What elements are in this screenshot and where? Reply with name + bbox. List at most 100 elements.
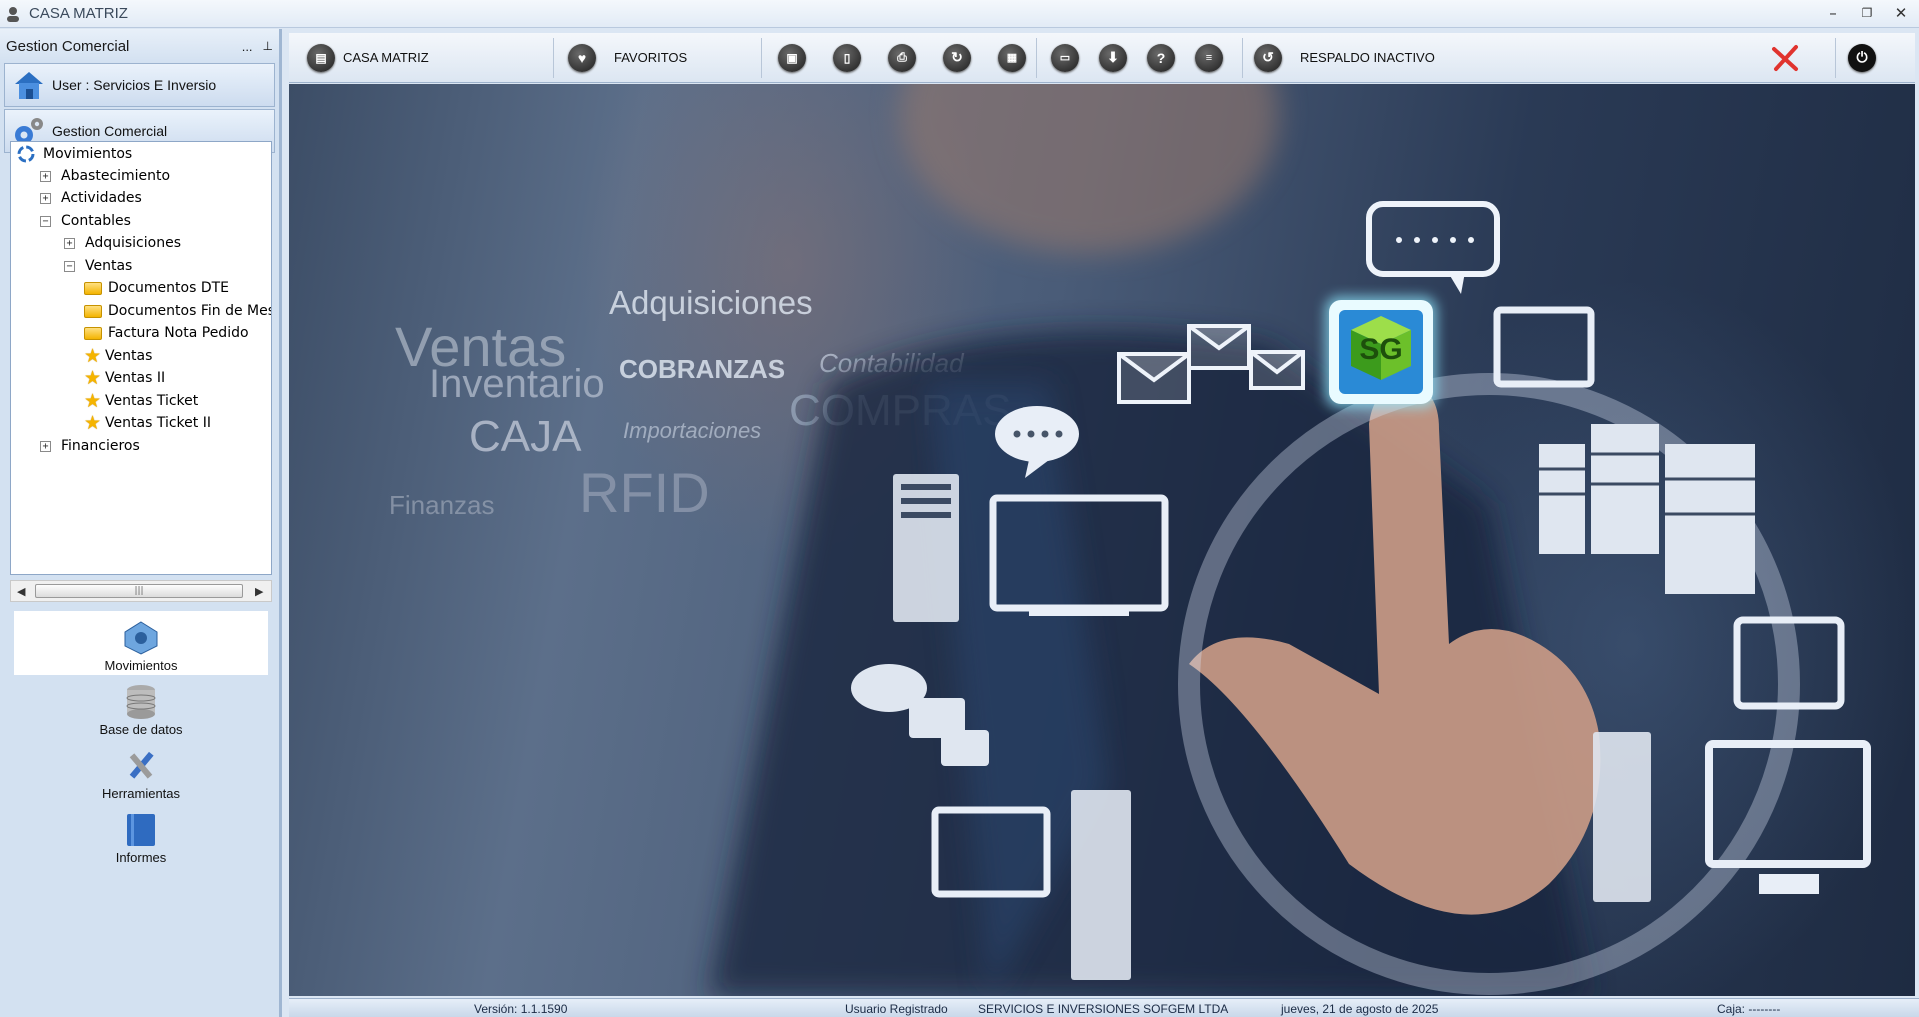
- folder-icon: [84, 326, 102, 340]
- tree-item-ventas-folder[interactable]: − Ventas: [64, 255, 132, 277]
- favoritos-label: FAVORITOS: [614, 50, 688, 65]
- user-button-label: User : Servicios E Inversio: [52, 77, 217, 93]
- print-icon[interactable]: ⎙: [888, 43, 916, 72]
- star-icon: ★: [84, 345, 102, 367]
- collapse-icon[interactable]: −: [40, 215, 51, 227]
- tree-item-ventas-ticket[interactable]: ★ Ventas Ticket: [84, 390, 198, 412]
- power-button[interactable]: ⏻: [1836, 33, 1888, 83]
- tree-label: Movimientos: [43, 146, 133, 162]
- database-icon: [126, 685, 156, 719]
- gestion-comercial-label: Gestion Comercial: [52, 123, 168, 139]
- tree-item-documentos-fin-mes[interactable]: Documentos Fin de Mes: [84, 300, 272, 322]
- collapse-icon[interactable]: −: [64, 260, 75, 272]
- house-icon: [15, 72, 43, 99]
- tree-label: Documentos DTE: [108, 280, 230, 296]
- user-button[interactable]: User : Servicios E Inversio: [4, 63, 275, 107]
- company-name: SERVICIOS E INVERSIONES SOFGEM LTDA: [978, 1002, 1229, 1016]
- tree-label: Financieros: [61, 438, 140, 454]
- tech-illustration: SG: [709, 84, 1871, 996]
- backup-icon: ↺: [1254, 43, 1282, 72]
- version-text: Versión: 1.1.1590: [474, 1002, 568, 1016]
- expand-icon[interactable]: +: [40, 170, 51, 182]
- module-herramientas[interactable]: Herramientas: [14, 739, 268, 803]
- tree-label: Ventas: [85, 258, 133, 274]
- book-icon: ▤: [307, 43, 335, 72]
- tree-item-documentos-dte[interactable]: Documentos DTE: [84, 277, 229, 299]
- tree-item-adquisiciones[interactable]: + Adquisiciones: [64, 232, 181, 254]
- title-bar: CASA MATRIZ – ❐ ✕: [0, 0, 1919, 28]
- refresh-icon[interactable]: ↻: [943, 43, 971, 72]
- close-button[interactable]: ✕: [1884, 0, 1918, 26]
- tree-label: Adquisiciones: [85, 235, 181, 251]
- pin-icon[interactable]: ⊥: [263, 39, 273, 54]
- module-movimientos[interactable]: Movimientos: [14, 611, 268, 675]
- tree-item-factura-nota-pedido[interactable]: Factura Nota Pedido: [84, 322, 249, 344]
- scroll-left-icon[interactable]: ◀: [17, 585, 25, 598]
- sidebar-title: Gestion Comercial: [6, 37, 130, 55]
- respaldo-button[interactable]: ↺ RESPALDO INACTIVO: [1243, 33, 1763, 83]
- expand-icon[interactable]: +: [40, 192, 51, 204]
- star-icon: ★: [84, 412, 102, 434]
- folder-icon: [84, 281, 102, 295]
- tree-item-financieros[interactable]: + Financieros: [40, 435, 140, 457]
- expand-icon[interactable]: +: [64, 237, 75, 249]
- navigation-tree: Movimientos + Abastecimiento + Actividades…: [10, 141, 272, 575]
- casa-matriz-button[interactable]: ▤ CASA MATRIZ: [289, 33, 553, 83]
- help-icon[interactable]: ?: [1147, 43, 1175, 72]
- new-document-icon[interactable]: ▯: [833, 43, 861, 72]
- window-icon[interactable]: ▭: [1051, 43, 1079, 72]
- movimientos-module-icon: [124, 621, 158, 655]
- module-base-de-datos[interactable]: Base de datos: [14, 675, 268, 739]
- close-session-button[interactable]: [1763, 33, 1807, 83]
- tree-item-ventas[interactable]: ★ Ventas: [84, 345, 152, 367]
- caja-text: Caja: --------: [1717, 1002, 1781, 1016]
- star-icon: ★: [84, 367, 102, 389]
- sidebar-header: Gestion Comercial ... ⊥: [0, 29, 279, 63]
- tree-label: Documentos Fin de Mes: [108, 303, 272, 319]
- tree-label: Actividades: [61, 190, 142, 206]
- main-toolbar: ▤ CASA MATRIZ ♥ FAVORITOS ▣ ▯ ⎙ ↻ ▦ ▭ ⬇ …: [289, 33, 1915, 83]
- tree-item-actividades[interactable]: + Actividades: [40, 187, 142, 209]
- sg-logo-text: SG: [1359, 333, 1402, 366]
- movimientos-icon: [17, 145, 35, 163]
- sidebar-menu-button[interactable]: ...: [242, 39, 253, 54]
- tree-item-contables[interactable]: − Contables: [40, 210, 131, 232]
- download-icon[interactable]: ⬇: [1099, 43, 1127, 72]
- database-icon[interactable]: ≡: [1195, 43, 1223, 72]
- tree-label: Factura Nota Pedido: [108, 325, 249, 341]
- restore-button[interactable]: ❐: [1850, 0, 1884, 26]
- book-icon: [127, 814, 155, 846]
- module-label: Informes: [115, 850, 167, 865]
- excel-icon[interactable]: ▦: [998, 43, 1026, 72]
- tree-item-movimientos[interactable]: Movimientos: [17, 143, 132, 165]
- module-label: Herramientas: [101, 786, 181, 801]
- tools-icon: [129, 751, 154, 779]
- scroll-thumb[interactable]: |||: [35, 584, 243, 598]
- minimize-button[interactable]: –: [1816, 0, 1850, 26]
- tree-label: Ventas Ticket II: [105, 415, 211, 431]
- red-x-icon: [1772, 44, 1798, 71]
- module-informes[interactable]: Informes: [14, 803, 268, 867]
- save-icon[interactable]: ▣: [778, 43, 806, 72]
- tree-item-ventas-ticket-ii[interactable]: ★ Ventas Ticket II: [84, 412, 211, 434]
- favoritos-button[interactable]: ♥ FAVORITOS: [554, 33, 761, 83]
- tree-label: Ventas II: [105, 370, 166, 386]
- power-icon: ⏻: [1848, 43, 1876, 72]
- casa-matriz-label: CASA MATRIZ: [343, 50, 429, 65]
- status-bar: Versión: 1.1.1590 Usuario Registrado SER…: [289, 998, 1919, 1017]
- tree-horizontal-scrollbar[interactable]: ◀ ||| ▶: [10, 580, 272, 602]
- star-icon: ★: [84, 390, 102, 412]
- module-label: Base de datos: [99, 722, 183, 737]
- module-label: Movimientos: [104, 658, 178, 673]
- folder-icon: [84, 304, 102, 318]
- window-title: CASA MATRIZ: [29, 5, 128, 22]
- expand-icon[interactable]: +: [40, 440, 51, 452]
- tree-item-ventas-ii[interactable]: ★ Ventas II: [84, 367, 165, 389]
- respaldo-label: RESPALDO INACTIVO: [1300, 50, 1435, 65]
- usuario-registrado-label: Usuario Registrado: [845, 1002, 948, 1016]
- tree-item-abastecimiento[interactable]: + Abastecimiento: [40, 165, 170, 187]
- scroll-right-icon[interactable]: ▶: [255, 585, 263, 598]
- module-list: Movimientos Base de datos Herramientas I…: [14, 611, 268, 867]
- toolbar-action-group-1: ▣ ▯ ⎙ ↻ ▦: [762, 33, 1036, 83]
- tree-label: Ventas Ticket: [105, 393, 199, 409]
